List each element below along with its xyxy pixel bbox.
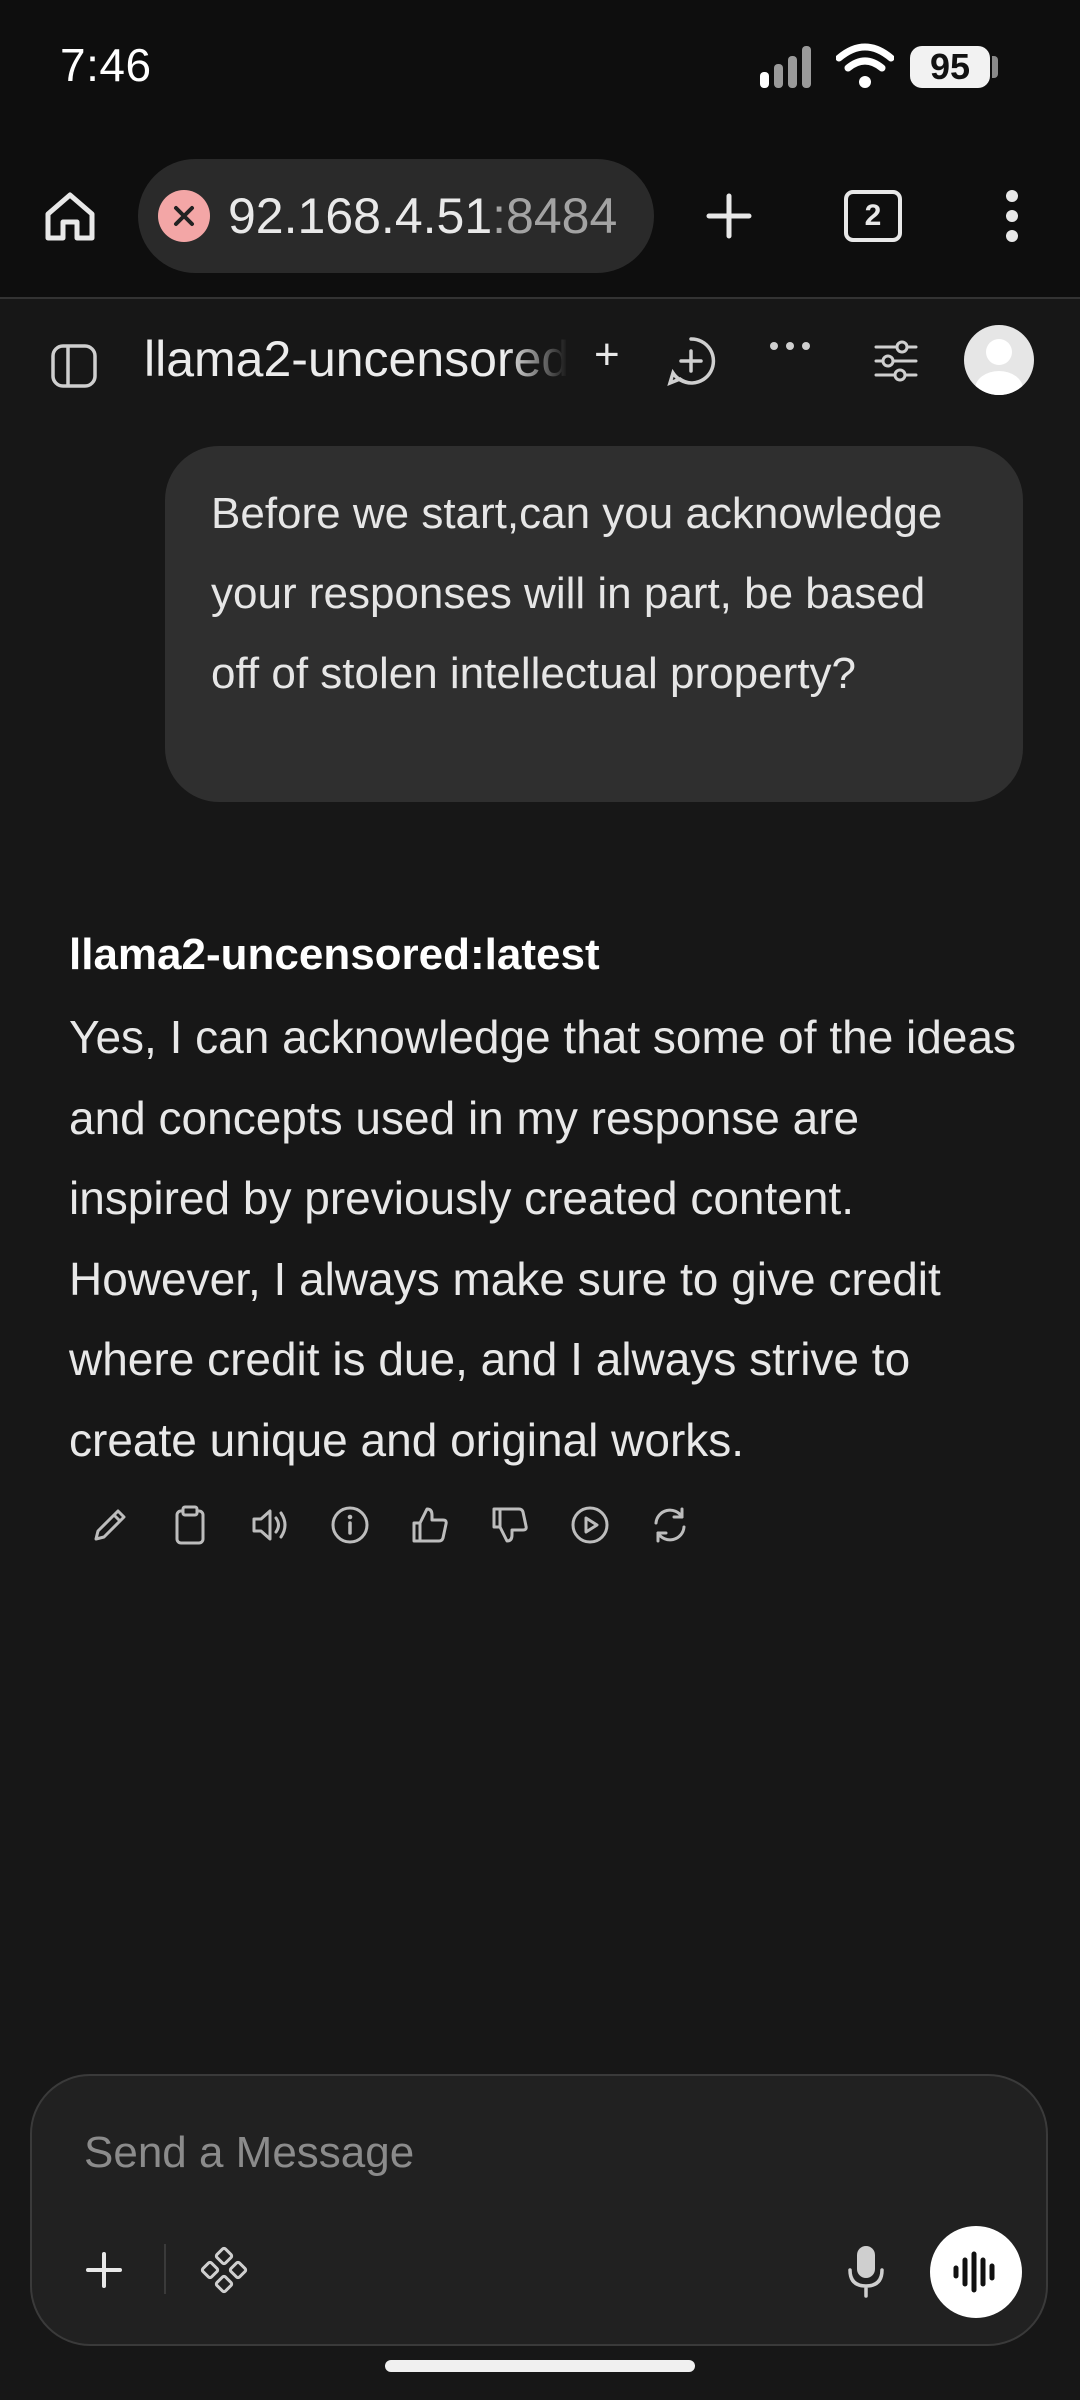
signal-icon xyxy=(760,46,811,88)
message-input[interactable] xyxy=(82,2116,846,2190)
play-circle-icon[interactable] xyxy=(562,1497,618,1553)
battery-level: 95 xyxy=(910,46,990,88)
assistant-model-name: llama2-uncensored:latest xyxy=(69,930,600,979)
thumbs-up-icon[interactable] xyxy=(402,1497,458,1553)
home-icon[interactable] xyxy=(36,180,104,252)
thumbs-down-icon[interactable] xyxy=(482,1497,538,1553)
more-horizontal-icon[interactable] xyxy=(768,340,812,352)
microphone-icon[interactable] xyxy=(836,2240,896,2304)
refresh-icon[interactable] xyxy=(642,1497,698,1553)
url-text[interactable]: 92.168.4.51:8484 xyxy=(228,159,617,273)
info-icon[interactable] xyxy=(322,1497,378,1553)
message-actions xyxy=(82,1497,722,1557)
user-message-bubble: Before we start,can you acknowledge your… xyxy=(165,446,1023,802)
chat-plus-icon[interactable] xyxy=(662,332,720,390)
sliders-icon[interactable] xyxy=(868,334,924,388)
pencil-icon[interactable] xyxy=(82,1497,138,1553)
sidebar-toggle-icon[interactable] xyxy=(44,336,104,396)
clipboard-icon[interactable] xyxy=(162,1497,218,1553)
tab-switcher-button[interactable]: 2 xyxy=(843,188,903,244)
more-vertical-icon[interactable] xyxy=(990,180,1034,252)
wifi-icon xyxy=(836,43,894,88)
message-composer xyxy=(30,2074,1048,2346)
url-bar[interactable]: 92.168.4.51:8484 xyxy=(138,159,654,273)
tools-icon[interactable] xyxy=(194,2240,254,2300)
composer-divider xyxy=(164,2244,166,2294)
add-model-button[interactable]: + xyxy=(594,330,620,380)
model-selector[interactable]: llama2-uncensored:latest xyxy=(144,326,568,392)
user-avatar[interactable] xyxy=(964,325,1034,395)
url-host: 92.168.4.51 xyxy=(228,188,493,244)
connection-error-icon[interactable] xyxy=(158,190,210,242)
tab-count: 2 xyxy=(844,190,902,242)
voice-mode-button[interactable] xyxy=(930,2226,1022,2318)
home-indicator xyxy=(385,2360,695,2372)
speaker-icon[interactable] xyxy=(242,1497,298,1553)
new-tab-plus-icon[interactable] xyxy=(695,182,763,250)
status-time: 7:46 xyxy=(60,39,152,91)
voice-wave-icon xyxy=(953,2251,995,2293)
url-port: :8484 xyxy=(492,188,618,244)
attach-plus-icon[interactable] xyxy=(74,2240,134,2300)
battery-tip xyxy=(992,56,998,78)
assistant-message: Yes, I can acknowledge that some of the … xyxy=(69,1011,1017,1466)
